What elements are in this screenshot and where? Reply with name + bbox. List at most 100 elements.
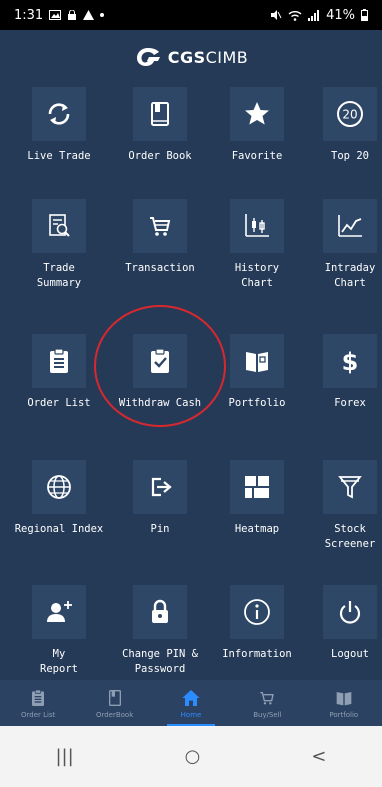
refresh-icon [48, 103, 70, 125]
tile [133, 460, 187, 514]
tile [133, 87, 187, 141]
menu-label: Forex [334, 397, 366, 409]
menu-withdraw-cash[interactable]: Withdraw Cash [110, 334, 210, 411]
menu-favorite[interactable]: Favorite [207, 87, 307, 164]
menu-label: Order List [27, 397, 91, 409]
menu-portfolio[interactable]: Portfolio [207, 334, 307, 411]
nav-label: OrderBook [95, 710, 134, 719]
menu-label: Order Book [128, 150, 192, 162]
menu-label: Portfolio [228, 397, 286, 409]
menu-live-trade[interactable]: Live Trade [9, 87, 109, 164]
menu-label: Transaction [125, 262, 195, 274]
tile [32, 199, 86, 253]
recent-apps-button[interactable]: ||| [55, 746, 73, 767]
nav-portfolio[interactable]: Portfolio [306, 680, 382, 726]
nav-orderbook[interactable]: OrderBook [76, 680, 152, 726]
menu-label: Withdraw Cash [118, 397, 202, 409]
nav-label: Order List [21, 710, 56, 719]
globe-icon [47, 475, 71, 499]
add-user-icon [47, 601, 72, 622]
nav-label: Portfolio [329, 710, 359, 719]
menu-stock-screener[interactable]: Stock Screener [300, 460, 382, 552]
clipboard-check-icon [151, 348, 169, 373]
battery-percent: 41% [326, 7, 355, 23]
star-icon [245, 102, 269, 125]
dot-icon [100, 13, 105, 17]
status-bar: 1:31 41% [0, 0, 382, 30]
android-nav-bar: ||| ○ < [0, 726, 382, 787]
status-left: 1:31 [14, 7, 105, 23]
menu-label: Top 20 [331, 150, 369, 162]
menu-label: Intraday Chart [324, 262, 376, 289]
filter-icon [338, 476, 362, 499]
tile: 20 [323, 87, 377, 141]
menu-regional-index[interactable]: Regional Index [9, 460, 109, 537]
book-icon [151, 102, 169, 126]
status-time: 1:31 [14, 7, 44, 23]
tile [323, 585, 377, 639]
menu-label: Heatmap [234, 523, 280, 535]
menu-logout[interactable]: Logout [300, 585, 382, 662]
wifi-icon [288, 10, 302, 21]
menu-label: Regional Index [14, 523, 104, 535]
tile [32, 460, 86, 514]
menu-change-pin-password[interactable]: Change PIN & Password [110, 585, 210, 677]
warning-icon [83, 10, 95, 20]
image-icon [49, 10, 62, 20]
tile [230, 334, 284, 388]
menu-label: Favorite [231, 150, 283, 162]
menu-history-chart[interactable]: History Chart [207, 199, 307, 291]
menu-label: Logout [331, 648, 369, 660]
info-icon [244, 599, 270, 625]
menu-my-report[interactable]: My Report [9, 585, 109, 677]
menu-label: Trade Summary [36, 262, 82, 289]
menu-heatmap[interactable]: Heatmap [207, 460, 307, 537]
nav-buy-sell[interactable]: Buy/Sell [229, 680, 305, 726]
svg-text:20: 20 [342, 108, 357, 122]
clipboard-list-icon [50, 348, 68, 373]
line-chart-icon [338, 215, 362, 237]
tile [133, 334, 187, 388]
home-icon [182, 689, 200, 706]
top20-icon: 20 [337, 101, 363, 127]
svg-text:$: $ [342, 348, 359, 376]
menu-forex[interactable]: $ Forex [300, 334, 382, 411]
nav-home[interactable]: Home [153, 680, 229, 726]
book-icon [108, 689, 121, 706]
menu-transaction[interactable]: Transaction [110, 199, 210, 276]
report-search-icon [49, 214, 70, 237]
cart-icon [150, 217, 171, 236]
menu-label: Live Trade [27, 150, 91, 162]
menu-label: Change PIN & Password [122, 648, 198, 675]
menu-order-book[interactable]: Order Book [110, 87, 210, 164]
menu-top-20[interactable]: 20 Top 20 [300, 87, 382, 164]
nav-label: Home [180, 710, 202, 719]
status-right: 41% [270, 8, 368, 23]
open-book-icon [336, 691, 352, 705]
brand-light: CIMB [205, 47, 249, 67]
menu-label: History Chart [234, 262, 280, 289]
menu-information[interactable]: Information [207, 585, 307, 662]
tile [133, 585, 187, 639]
menu-trade-summary[interactable]: Trade Summary [9, 199, 109, 291]
tile [230, 460, 284, 514]
menu-label: Stock Screener [324, 523, 376, 550]
tile [230, 199, 284, 253]
clipboard-list-icon [32, 689, 45, 706]
back-button[interactable]: < [311, 746, 326, 767]
lock-icon [68, 9, 77, 20]
tile [32, 334, 86, 388]
menu-order-list[interactable]: Order List [9, 334, 109, 411]
menu-pin[interactable]: Pin [110, 460, 210, 537]
brand-bold: CGS [167, 47, 206, 67]
tile [323, 199, 377, 253]
menu-intraday-chart[interactable]: Intraday Chart [300, 199, 382, 291]
menu-label: Information [222, 648, 292, 660]
battery-icon [361, 9, 368, 21]
padlock-icon [152, 599, 168, 623]
home-button[interactable]: ○ [185, 746, 201, 767]
nav-order-list[interactable]: Order List [0, 680, 76, 726]
tile [32, 87, 86, 141]
tile [230, 87, 284, 141]
power-icon [339, 601, 361, 624]
